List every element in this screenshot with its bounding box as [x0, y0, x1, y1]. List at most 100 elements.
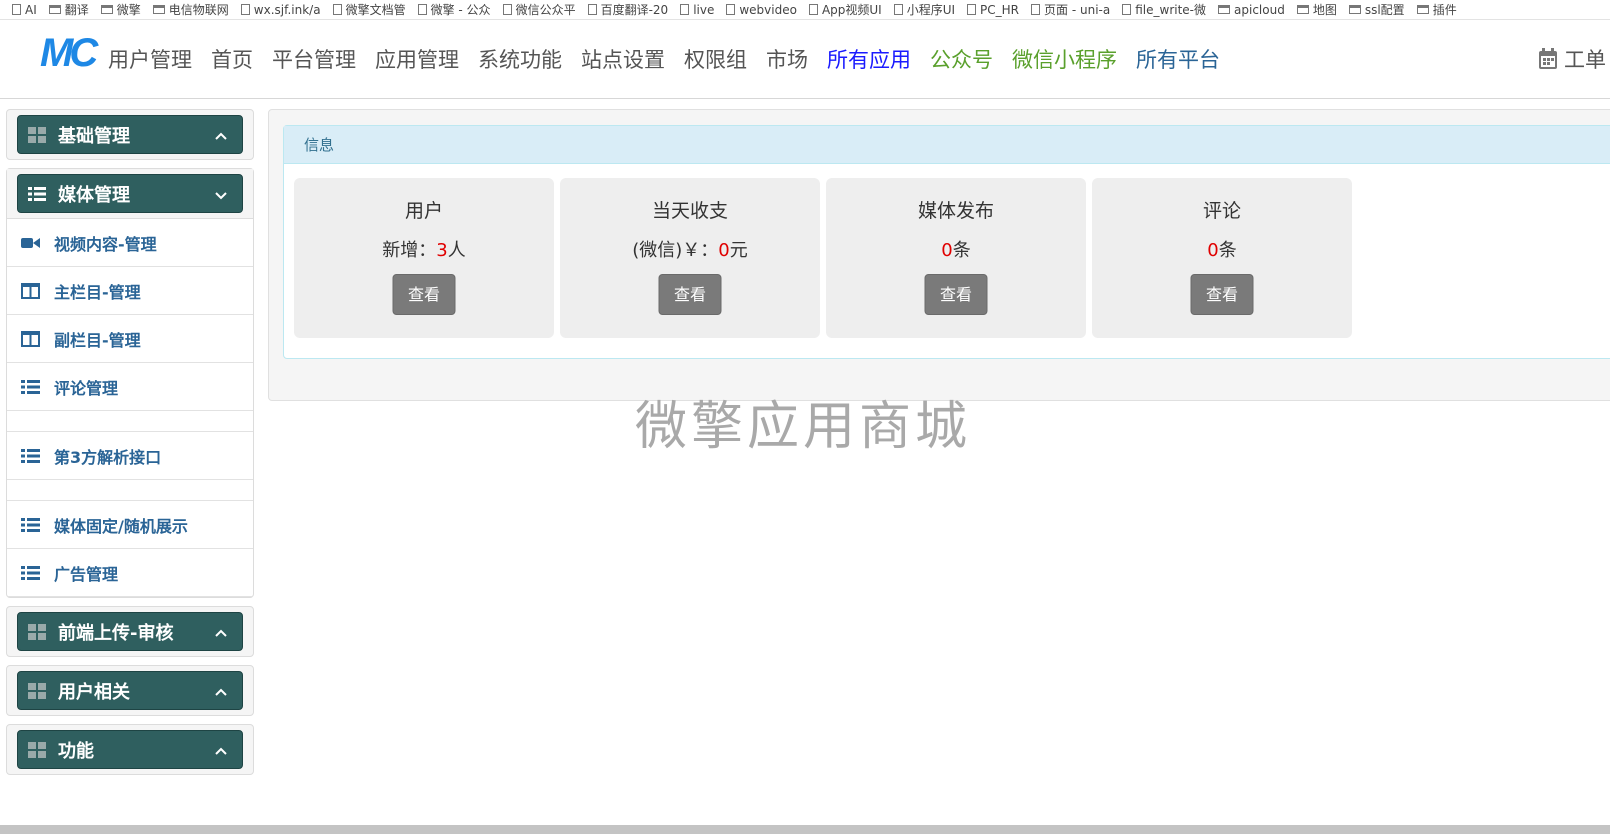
nav-item[interactable]: 所有平台 — [1136, 44, 1220, 74]
stat-card-title: 评论 — [1202, 200, 1241, 222]
info-panel: 信息 用户 新增：3人 查看 当天收支 (微信)￥：0元 查看 媒体发布 0条 查看 评论 0条 查看 — [283, 125, 1610, 359]
bookmark-item[interactable]: PC_HR — [967, 3, 1019, 17]
page-icon — [726, 4, 736, 15]
bookmark-item[interactable]: 电信物联网 — [152, 1, 229, 18]
top-navbar: MC 用户管理 首页 平台管理 应用管理 系统功能 站点设置 权限组 市场 所有应用 公众号 微信小… — [0, 20, 1610, 99]
nav-item[interactable]: 微信小程序 — [1012, 44, 1117, 74]
bookmark-item[interactable]: 微擎文档管 — [332, 1, 406, 18]
sidebar-panel-header[interactable]: 媒体管理 — [17, 174, 243, 213]
stat-card-prefix: (微信)￥： — [632, 240, 719, 261]
columns-icon — [21, 282, 40, 299]
bookmark-item[interactable]: file_write-微 — [1122, 1, 1206, 18]
list-icon — [21, 565, 40, 581]
bookmark-item[interactable]: App视频UI — [808, 1, 882, 18]
grid-icon — [28, 126, 46, 143]
view-button[interactable]: 查看 — [392, 274, 456, 315]
bookmark-label: 微信公众平 — [515, 3, 576, 17]
stat-card-value: 0 — [718, 240, 730, 261]
stat-card-value: 0 — [1207, 240, 1219, 261]
sidebar-menu-label: 视频内容-管理 — [54, 234, 157, 254]
list-icon — [21, 448, 40, 464]
folder-icon — [100, 5, 113, 14]
bookmark-label: PC_HR — [980, 2, 1020, 17]
ticket-link[interactable]: 工单 — [1538, 44, 1606, 74]
sidebar-panel-title: 基础管理 — [58, 125, 130, 147]
bookmark-label: 地图 — [1312, 3, 1337, 17]
bookmark-item[interactable]: AI — [12, 3, 37, 17]
bookmark-label: webvideo — [739, 2, 797, 17]
page-icon — [12, 4, 21, 15]
list-icon — [28, 186, 46, 202]
stat-card-value-line: 新增：3人 — [294, 236, 554, 262]
sidebar-panel: 基础管理 — [6, 109, 254, 160]
stat-card-value: 3 — [436, 240, 448, 261]
sidebar-menu-label: 主栏目-管理 — [54, 282, 141, 302]
sidebar-panel-header[interactable]: 前端上传-审核 — [17, 612, 243, 651]
stat-card: 当天收支 (微信)￥：0元 查看 — [560, 178, 820, 338]
view-button[interactable]: 查看 — [1190, 274, 1254, 315]
page-icon — [1031, 4, 1041, 15]
stat-card: 评论 0条 查看 — [1092, 178, 1352, 338]
sidebar-panel-header[interactable]: 用户相关 — [17, 671, 243, 710]
nav-item[interactable]: 权限组 — [684, 44, 747, 74]
nav-item[interactable]: 市场 — [766, 44, 808, 74]
sidebar-panel: 功能 — [6, 724, 254, 775]
folder-icon — [48, 5, 61, 14]
folder-icon — [152, 5, 165, 14]
bookmark-item[interactable]: 微信公众平 — [502, 1, 576, 18]
sidebar-menu-label: 评论管理 — [54, 378, 119, 398]
sidebar-panel-title: 媒体管理 — [58, 184, 130, 206]
nav-item[interactable]: 用户管理 — [108, 44, 192, 74]
bookmark-item[interactable]: wx.sjf.ink/a — [240, 3, 321, 17]
sidebar-panel-title: 前端上传-审核 — [58, 622, 174, 644]
bookmark-label: 微擎 — [116, 3, 141, 17]
bookmark-item[interactable]: 地图 — [1296, 1, 1337, 18]
sidebar-menu-item[interactable]: 媒体固定/随机展示 — [7, 501, 253, 549]
bookmark-item[interactable]: live — [680, 3, 714, 17]
sidebar-menu-item[interactable]: 第3方解析接口 — [7, 432, 253, 480]
bookmark-item[interactable]: 翻译 — [48, 1, 89, 18]
sidebar-menu-item[interactable]: 副栏目-管理 — [7, 315, 253, 363]
menu-spacer — [7, 480, 253, 501]
nav-item[interactable]: 平台管理 — [272, 44, 356, 74]
sidebar-panel: 用户相关 — [6, 665, 254, 716]
view-button[interactable]: 查看 — [924, 274, 988, 315]
bookmark-item[interactable]: 微擎 — [100, 1, 141, 18]
stat-card-suffix: 元 — [729, 240, 748, 261]
chevron-up-icon — [214, 128, 228, 142]
chevron-up-icon — [214, 684, 228, 698]
sidebar-menu-label: 广告管理 — [54, 564, 119, 584]
mc-logo[interactable]: MC — [40, 32, 104, 72]
video-icon — [21, 235, 40, 251]
bookmark-item[interactable]: 百度翻译-20 — [587, 1, 668, 18]
bookmark-label: App视频UI — [821, 3, 882, 17]
nav-item[interactable]: 公众号 — [930, 44, 993, 74]
stat-card: 用户 新增：3人 查看 — [294, 178, 554, 338]
sidebar-menu-item[interactable]: 广告管理 — [7, 549, 253, 597]
svg-text:MC: MC — [40, 32, 99, 72]
sidebar-panel-header[interactable]: 功能 — [17, 730, 243, 769]
menu-spacer — [7, 411, 253, 432]
bookmark-item[interactable]: apicloud — [1218, 3, 1285, 17]
nav-item[interactable]: 系统功能 — [478, 44, 562, 74]
nav-item[interactable]: 应用管理 — [375, 44, 459, 74]
bookmark-label: 微擎文档管 — [345, 3, 406, 17]
view-button[interactable]: 查看 — [658, 274, 722, 315]
bookmark-item[interactable]: webvideo — [726, 3, 797, 17]
bookmark-item[interactable]: 插件 — [1416, 1, 1457, 18]
bookmark-item[interactable]: ssl配置 — [1348, 1, 1405, 18]
nav-item[interactable]: 首页 — [211, 44, 253, 74]
nav-item[interactable]: 站点设置 — [581, 44, 665, 74]
sidebar-menu-item[interactable]: 评论管理 — [7, 363, 253, 411]
nav-item[interactable]: 所有应用 — [827, 44, 911, 74]
bookmark-item[interactable]: 小程序UI — [893, 1, 955, 18]
sidebar-menu-item[interactable]: 视频内容-管理 — [7, 219, 253, 267]
sidebar-menu-label: 第3方解析接口 — [54, 447, 162, 467]
bookmark-item[interactable]: 页面 - uni-a — [1031, 1, 1110, 18]
sidebar-panel-header[interactable]: 基础管理 — [17, 115, 243, 154]
folder-icon — [1416, 5, 1429, 14]
sidebar-menu-item[interactable]: 主栏目-管理 — [7, 267, 253, 315]
page-icon — [967, 4, 977, 15]
bottom-scrollbar[interactable] — [0, 825, 1610, 834]
bookmark-item[interactable]: 微擎 - 公众 — [417, 1, 491, 18]
